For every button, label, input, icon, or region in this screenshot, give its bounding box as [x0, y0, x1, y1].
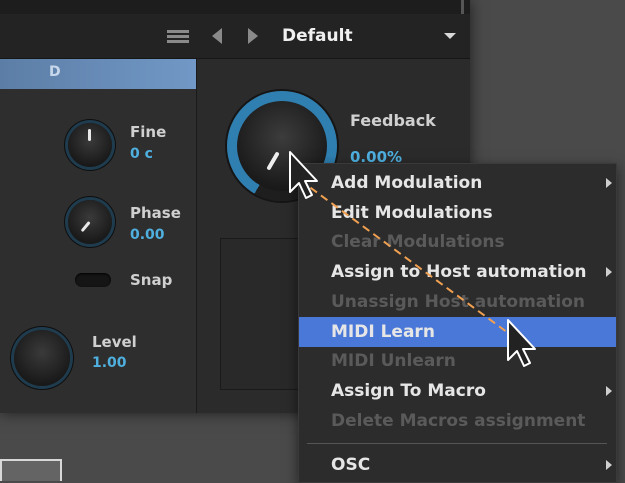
- panel-header[interactable]: D: [0, 59, 196, 89]
- menu-separator: [307, 443, 607, 444]
- menu-item-add-modulation[interactable]: Add Modulation: [299, 168, 616, 198]
- feedback-label: Feedback: [350, 111, 436, 130]
- panel-header-label: D: [49, 64, 61, 80]
- menu-item-unassign-host-automation: Unassign Host automation: [299, 287, 616, 317]
- fine-label: Fine: [130, 123, 167, 141]
- menu-item-label: Assign To Macro: [331, 381, 486, 401]
- submenu-arrow-icon: [606, 460, 612, 470]
- menu-item-label: Clear Modulations: [331, 232, 505, 252]
- menu-item-label: Assign to Host automation: [331, 262, 587, 282]
- hamburger-menu-icon[interactable]: [164, 14, 192, 58]
- menu-item-label: OSC: [331, 455, 371, 475]
- phase-label: Phase: [130, 204, 181, 222]
- previous-preset-icon[interactable]: [206, 14, 228, 58]
- menu-item-midi-unlearn: MIDI Unlearn: [299, 346, 616, 376]
- chevron-down-icon: [444, 33, 456, 39]
- menu-item-label: Delete Macros assignment: [331, 411, 586, 431]
- menu-item-label: Edit Modulations: [331, 203, 493, 223]
- menu-item-delete-macros-assignment: Delete Macros assignment: [299, 406, 616, 436]
- window-top-strip: [0, 0, 470, 14]
- fine-value: 0 c: [130, 146, 153, 162]
- submenu-arrow-icon: [606, 267, 612, 277]
- menu-item-label: MIDI Learn: [331, 322, 435, 342]
- preset-toolbar: Default: [0, 14, 470, 59]
- menu-item-label: Add Modulation: [331, 173, 483, 193]
- menu-item-midi-learn[interactable]: MIDI Learn: [299, 317, 616, 347]
- menu-item-edit-modulations[interactable]: Edit Modulations: [299, 198, 616, 228]
- preset-dropdown[interactable]: Default: [276, 20, 466, 52]
- snap-label: Snap: [130, 271, 173, 289]
- window-edge: [461, 0, 464, 14]
- preset-name: Default: [282, 26, 353, 46]
- menu-item-label: Unassign Host automation: [331, 292, 586, 312]
- menu-item-label: MIDI Unlearn: [331, 351, 456, 371]
- knob-pointer: [88, 129, 91, 141]
- phase-value: 0.00: [130, 227, 165, 243]
- snap-toggle[interactable]: [75, 273, 111, 287]
- level-label: Level: [92, 333, 137, 351]
- knob-pointer: [266, 151, 280, 171]
- context-menu: Add Modulation Edit Modulations Clear Mo…: [298, 163, 617, 483]
- fine-knob[interactable]: [68, 123, 112, 167]
- phase-knob[interactable]: [68, 200, 112, 244]
- menu-item-osc[interactable]: OSC: [299, 450, 616, 480]
- menu-item-assign-host-automation[interactable]: Assign to Host automation: [299, 257, 616, 287]
- submenu-arrow-icon: [606, 178, 612, 188]
- menu-item-assign-to-macro[interactable]: Assign To Macro: [299, 376, 616, 406]
- level-value: 1.00: [92, 355, 127, 371]
- window-fragment: [0, 459, 62, 481]
- knob-pointer: [80, 221, 91, 233]
- menu-item-clear-modulations: Clear Modulations: [299, 227, 616, 257]
- level-knob[interactable]: [14, 330, 70, 386]
- next-preset-icon[interactable]: [242, 14, 264, 58]
- submenu-arrow-icon: [606, 386, 612, 396]
